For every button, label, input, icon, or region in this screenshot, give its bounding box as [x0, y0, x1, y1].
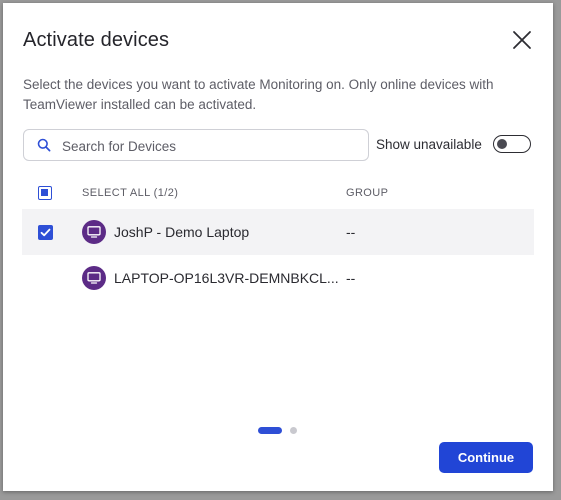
monitor-icon [87, 272, 101, 284]
select-all-label[interactable]: SELECT ALL (1/2) [82, 187, 178, 199]
device-avatar [82, 220, 106, 244]
search-input[interactable] [60, 134, 354, 158]
toggle-knob [497, 138, 507, 149]
dialog-description: Select the devices you want to activate … [23, 77, 494, 112]
indeterminate-mark [41, 189, 48, 196]
group-column-header: GROUP [346, 187, 389, 199]
device-row[interactable]: JoshP - Demo Laptop -- [22, 209, 534, 255]
show-unavailable-toggle[interactable] [493, 135, 531, 153]
show-unavailable-label: Show unavailable [376, 137, 482, 152]
continue-button[interactable]: Continue [439, 442, 533, 473]
device-row[interactable]: LAPTOP-OP16L3VR-DEMNBKCL... -- [22, 255, 534, 301]
device-group: -- [346, 270, 356, 286]
monitor-icon [87, 226, 101, 238]
checkmark-icon [40, 228, 51, 237]
row-checkbox[interactable] [38, 225, 53, 240]
device-name: LAPTOP-OP16L3VR-DEMNBKCL... [114, 270, 339, 286]
search-box [23, 129, 369, 161]
search-icon [37, 138, 51, 152]
page-dot[interactable] [290, 427, 297, 434]
device-name: JoshP - Demo Laptop [114, 224, 250, 240]
page-dot-active[interactable] [258, 427, 282, 434]
dialog-title: Activate devices [23, 29, 170, 51]
device-group: -- [346, 224, 356, 240]
device-avatar [82, 266, 106, 290]
close-icon[interactable] [511, 29, 533, 51]
select-all-checkbox[interactable] [38, 186, 52, 200]
activate-devices-dialog: Activate devices Select the devices you … [3, 3, 553, 491]
